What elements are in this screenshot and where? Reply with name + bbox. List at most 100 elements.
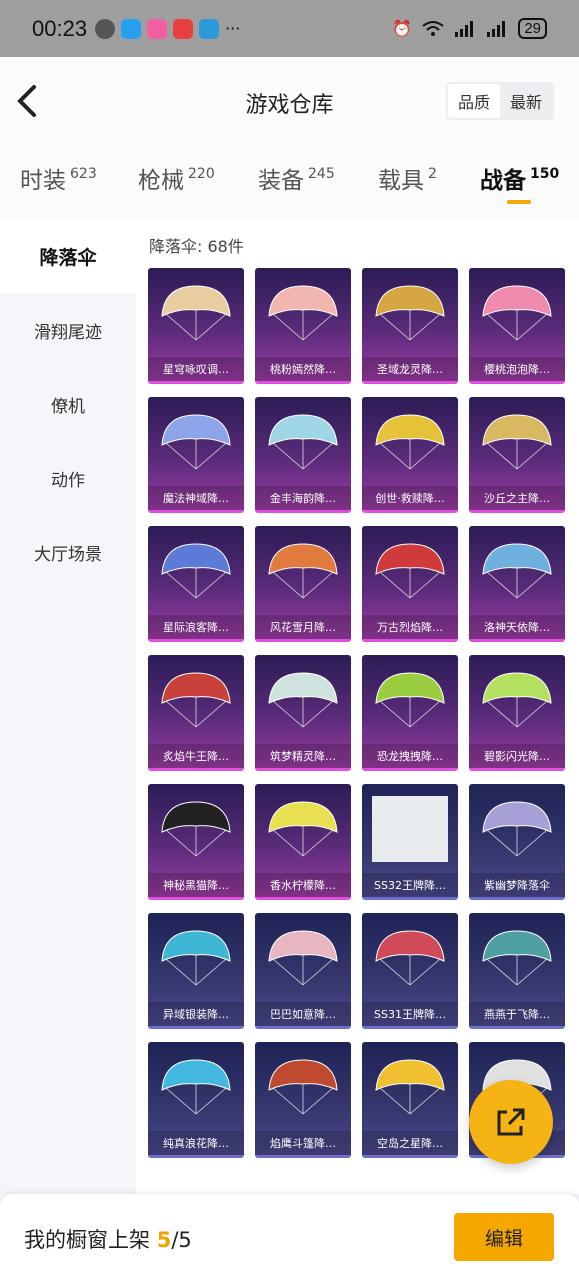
alarm-icon: ⏰ — [392, 19, 413, 38]
item-name: 异域银装降… — [148, 1002, 244, 1026]
tab-fashion[interactable]: 时装 623 — [20, 161, 97, 195]
item-card[interactable]: 异域银装降… — [148, 913, 244, 1029]
sidebar-item-lobby-scene[interactable]: 大厅场景 — [0, 515, 136, 589]
active-tab-indicator — [507, 200, 531, 204]
item-name: 樱桃泡泡降… — [469, 357, 565, 381]
tab-label: 战备 — [480, 168, 526, 194]
parachute-icon — [375, 930, 445, 986]
tab-count: 220 — [188, 166, 215, 182]
signal-icon — [455, 20, 474, 37]
item-name: 星际浪客降… — [148, 615, 244, 639]
item-name: 纯真浪花降… — [148, 1131, 244, 1155]
item-card[interactable]: 沙丘之主降… — [469, 397, 565, 513]
parachute-icon — [375, 672, 445, 728]
item-card[interactable]: 紫幽梦降落伞 — [469, 784, 565, 900]
item-card[interactable]: 焰鹰斗篷降… — [255, 1042, 351, 1158]
tab-label: 装备 — [258, 168, 304, 194]
parachute-icon — [375, 414, 445, 470]
tab-count: 150 — [530, 166, 560, 182]
item-name: 沙丘之主降… — [469, 486, 565, 510]
item-card[interactable]: 星穹咏叹调… — [148, 268, 244, 384]
parachute-icon — [161, 543, 231, 599]
category-tabs: 时装 623 枪械 220 装备 245 载具 2 战备 150 — [0, 145, 579, 219]
item-card[interactable]: 碧影闪光降… — [469, 655, 565, 771]
parachute-icon — [482, 543, 552, 599]
item-card[interactable]: 炙焰牛王降… — [148, 655, 244, 771]
showcase-bar: 我的橱窗上架 5/5 编辑 — [0, 1194, 579, 1280]
item-card[interactable]: 纯真浪花降… — [148, 1042, 244, 1158]
item-name: 燕燕于飞降… — [469, 1002, 565, 1026]
sidebar-item-glide-trail[interactable]: 滑翔尾迹 — [0, 293, 136, 367]
tab-label: 枪械 — [138, 168, 184, 194]
item-card[interactable]: 金丰海韵降… — [255, 397, 351, 513]
item-card[interactable]: 樱桃泡泡降… — [469, 268, 565, 384]
tab-label: 时装 — [20, 168, 66, 194]
item-card[interactable]: 恐龙拽拽降… — [362, 655, 458, 771]
item-name: 创世·救赎降… — [362, 486, 458, 510]
parachute-icon — [482, 801, 552, 857]
item-card[interactable]: 圣域龙灵降… — [362, 268, 458, 384]
tab-guns[interactable]: 枪械 220 — [138, 161, 215, 195]
item-card[interactable]: 洛神天依降… — [469, 526, 565, 642]
tab-vehicles[interactable]: 载具 2 — [378, 161, 437, 195]
parachute-icon — [161, 285, 231, 341]
parachute-icon — [268, 543, 338, 599]
item-name: 巴巴如意降… — [255, 1002, 351, 1026]
edit-button[interactable]: 编辑 — [454, 1213, 554, 1261]
parachute-icon — [161, 801, 231, 857]
parachute-icon — [482, 930, 552, 986]
item-card[interactable]: 万古烈焰降… — [362, 526, 458, 642]
item-card[interactable]: 神秘黑猫降… — [148, 784, 244, 900]
item-card[interactable]: 风花雪月降… — [255, 526, 351, 642]
item-name: 风花雪月降… — [255, 615, 351, 639]
mail-notification-icon — [173, 18, 194, 39]
tab-equipment[interactable]: 装备 245 — [258, 161, 335, 195]
sidebar-item-emote[interactable]: 动作 — [0, 441, 136, 515]
item-card[interactable]: 创世·救赎降… — [362, 397, 458, 513]
item-card[interactable]: 燕燕于飞降… — [469, 913, 565, 1029]
item-name: 魔法神域降… — [148, 486, 244, 510]
chat-notification-icon — [121, 18, 142, 39]
parachute-icon — [161, 414, 231, 470]
item-name: SS31王牌降… — [362, 1002, 458, 1026]
tab-battle-prep[interactable]: 战备 150 — [480, 161, 559, 195]
wifi-icon — [422, 20, 444, 36]
signal-2-icon — [487, 20, 506, 37]
item-card[interactable]: SS32王牌降… — [362, 784, 458, 900]
showcase-total: /5 — [171, 1228, 192, 1252]
parachute-icon — [161, 1059, 231, 1115]
item-name: 恐龙拽拽降… — [362, 744, 458, 768]
item-card[interactable]: 巴巴如意降… — [255, 913, 351, 1029]
more-notifications-icon: ··· — [225, 19, 241, 38]
parachute-icon — [482, 672, 552, 728]
showcase-label: 我的橱窗上架 5/5 — [24, 1224, 192, 1254]
parachute-icon — [268, 285, 338, 341]
sidebar-item-wingman[interactable]: 僚机 — [0, 367, 136, 441]
item-name: 星穹咏叹调… — [148, 357, 244, 381]
sidebar-item-parachute[interactable]: 降落伞 — [0, 219, 136, 293]
parachute-icon — [375, 285, 445, 341]
sidebar: 降落伞 滑翔尾迹 僚机 动作 大厅场景 — [0, 219, 136, 1280]
item-name: 炙焰牛王降… — [148, 744, 244, 768]
parachute-icon — [375, 543, 445, 599]
item-card[interactable]: 桃粉嫣然降… — [255, 268, 351, 384]
item-card[interactable]: 魔法神域降… — [148, 397, 244, 513]
item-grid-panel: 降落伞: 68件 星穹咏叹调… 桃粉嫣然降… 圣域龙灵降… 樱桃泡泡降… 魔法神域降… 金… — [136, 219, 579, 1194]
sort-quality-button[interactable]: 品质 — [448, 84, 500, 118]
item-card[interactable]: 筑梦精灵降… — [255, 655, 351, 771]
showcase-current: 5 — [156, 1228, 172, 1252]
item-name: 万古烈焰降… — [362, 615, 458, 639]
share-button[interactable] — [469, 1080, 553, 1164]
item-name: 圣域龙灵降… — [362, 357, 458, 381]
image-placeholder-icon — [372, 796, 448, 862]
tab-count: 623 — [70, 166, 97, 182]
item-card[interactable]: 空岛之星降… — [362, 1042, 458, 1158]
sort-latest-button[interactable]: 最新 — [500, 84, 552, 118]
item-name: 空岛之星降… — [362, 1131, 458, 1155]
parachute-icon — [268, 414, 338, 470]
browser-notification-icon — [199, 18, 220, 39]
item-card[interactable]: SS31王牌降… — [362, 913, 458, 1029]
item-card[interactable]: 香水柠檬降… — [255, 784, 351, 900]
item-name: 洛神天依降… — [469, 615, 565, 639]
item-card[interactable]: 星际浪客降… — [148, 526, 244, 642]
